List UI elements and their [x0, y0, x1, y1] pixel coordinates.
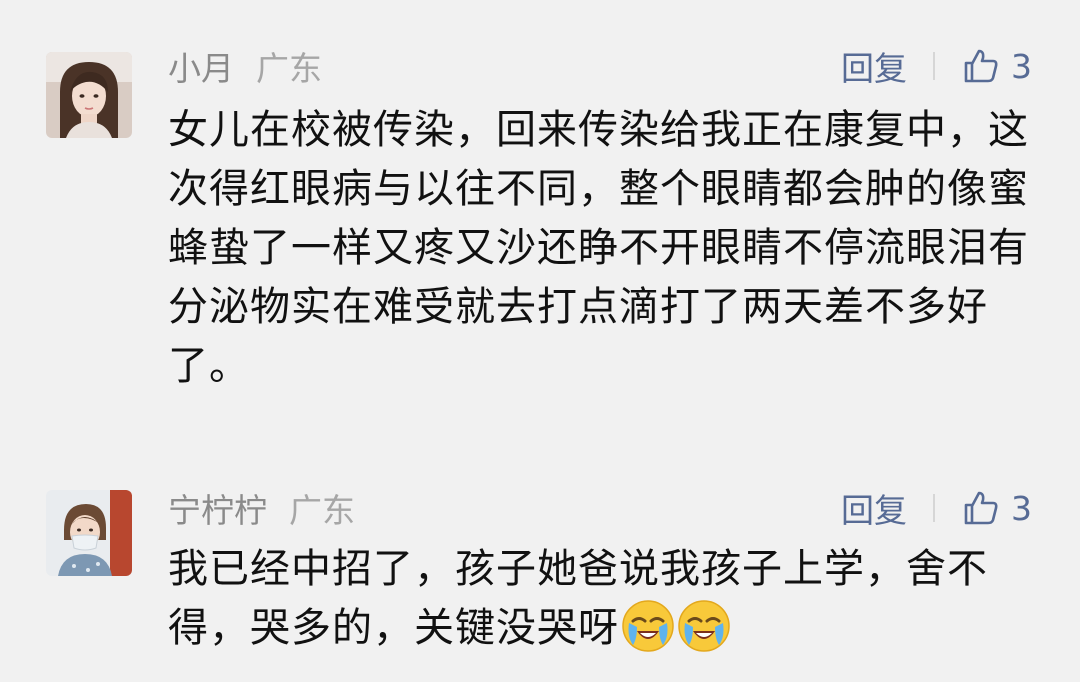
comment-text: 女儿在校被传染，回来传染给我正在康复中，这次得红眼病与以往不同，整个眼睛都会肿的…: [168, 107, 1029, 389]
divider: [933, 52, 935, 80]
comment-actions: 回复 3: [841, 42, 1032, 90]
region-label: 广东: [256, 49, 322, 88]
like-count: 3: [1011, 46, 1032, 86]
comment-actions: 回复 3: [841, 484, 1032, 532]
comment-header: 小月 广东: [168, 44, 322, 88]
reply-button[interactable]: 回复: [841, 484, 933, 532]
avatar-child-with-mask: [46, 490, 132, 576]
comment-header: 宁柠柠 广东: [168, 486, 355, 530]
loudly-crying-face-emoji: [678, 600, 730, 652]
username[interactable]: 小月: [168, 42, 234, 90]
like-count: 3: [1011, 488, 1032, 528]
like-button[interactable]: 3: [961, 488, 1032, 528]
comment-text-container: 我已经中招了，孩子她爸说我孩子上学，舍不得，哭多的，关键没哭呀: [168, 540, 1030, 658]
avatar[interactable]: [46, 490, 132, 576]
comment-item: 宁柠柠 广东 回复 3 我已经中招了，孩子她爸说我孩子上学，舍不得，哭多的，关键…: [0, 440, 1080, 682]
username[interactable]: 宁柠柠: [168, 484, 267, 532]
avatar[interactable]: [46, 52, 132, 138]
region-label: 广东: [289, 491, 355, 530]
comment-text: 我已经中招了，孩子她爸说我孩子上学，舍不得，哭多的，关键没哭呀: [168, 546, 988, 651]
reply-button[interactable]: 回复: [841, 42, 933, 90]
thumbs-up-icon: [964, 491, 998, 525]
comment-item: 小月 广东 回复 3 女儿在校被传染，回来传染给我正在康复中，这次得红眼病与以往…: [0, 0, 1080, 440]
like-button[interactable]: 3: [961, 46, 1032, 86]
loudly-crying-face-emoji: [622, 600, 674, 652]
divider: [933, 494, 935, 522]
avatar-young-woman: [46, 52, 132, 138]
thumbs-up-icon: [964, 49, 998, 83]
